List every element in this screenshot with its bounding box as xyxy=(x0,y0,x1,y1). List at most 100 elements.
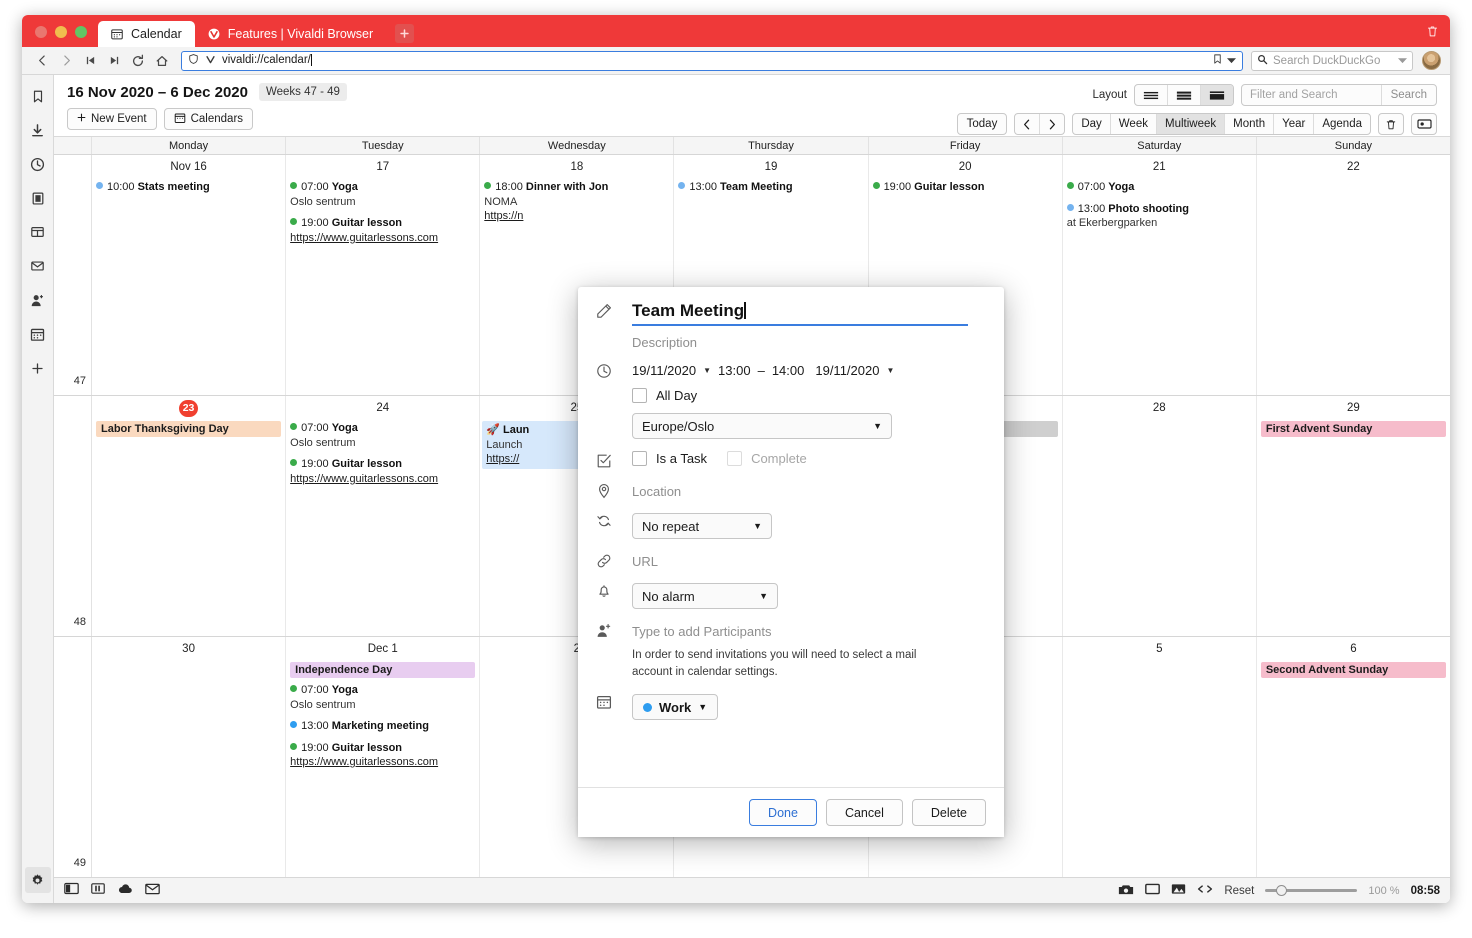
today-button[interactable]: Today xyxy=(957,113,1008,135)
download-icon[interactable] xyxy=(25,117,51,143)
calendar-event[interactable]: 10:00 Stats meeting xyxy=(96,180,281,195)
window-icon[interactable] xyxy=(1145,883,1160,898)
end-time-value[interactable]: 14:00 xyxy=(772,363,805,378)
cloud-icon[interactable] xyxy=(117,882,133,900)
done-button[interactable]: Done xyxy=(749,799,817,826)
zoom-reset-button[interactable]: Reset xyxy=(1224,885,1254,897)
window-icon[interactable] xyxy=(25,219,51,245)
event-link[interactable]: https://n xyxy=(484,209,669,224)
image-icon[interactable] xyxy=(1171,883,1186,898)
all-day-checkbox[interactable] xyxy=(632,388,647,403)
chevron-down-icon[interactable] xyxy=(1227,55,1236,67)
trash-icon[interactable] xyxy=(1378,113,1404,135)
tab-features[interactable]: Features | Vivaldi Browser xyxy=(195,21,386,47)
minimize-window-button[interactable] xyxy=(55,26,67,38)
calendar-event[interactable]: 07:00 YogaOslo sentrum xyxy=(290,421,475,450)
location-input[interactable]: Location xyxy=(632,481,986,499)
layout-medium-icon[interactable] xyxy=(1168,85,1201,105)
zoom-slider[interactable] xyxy=(1265,889,1357,892)
end-date-value[interactable]: 19/11/2020 xyxy=(815,363,879,378)
repeat-select[interactable]: No repeat ▼ xyxy=(632,513,772,539)
event-title-input[interactable]: Team Meeting xyxy=(632,301,968,326)
calendar-day-cell[interactable]: 22 xyxy=(1257,155,1450,395)
search-button[interactable]: Search xyxy=(1381,85,1436,105)
all-day-event[interactable]: Second Advent Sunday xyxy=(1261,662,1446,678)
gear-icon[interactable] xyxy=(25,867,51,893)
view-mode-day[interactable]: Day xyxy=(1073,114,1110,134)
view-mode-month[interactable]: Month xyxy=(1225,114,1274,134)
close-window-button[interactable] xyxy=(35,26,47,38)
layout-compact-icon[interactable] xyxy=(1135,85,1168,105)
calendar-day-cell[interactable]: 30 xyxy=(92,637,286,877)
is-task-checkbox[interactable] xyxy=(632,451,647,466)
event-link[interactable]: https://www.guitarlessons.com xyxy=(290,472,475,487)
avatar[interactable] xyxy=(1422,51,1441,70)
plus-icon[interactable] xyxy=(25,355,51,381)
all-day-event[interactable]: Labor Thanksgiving Day xyxy=(96,421,281,437)
tab-calendar[interactable]: Calendar xyxy=(98,21,195,47)
reload-icon[interactable] xyxy=(127,50,149,72)
filter-input[interactable]: Filter and Search xyxy=(1242,89,1381,101)
start-time-value[interactable]: 13:00 xyxy=(718,363,751,378)
cancel-button[interactable]: Cancel xyxy=(826,799,903,826)
new-tab-button[interactable] xyxy=(395,24,414,43)
calendars-button[interactable]: Calendars xyxy=(164,108,253,130)
rewind-icon[interactable] xyxy=(79,50,101,72)
envelope-icon[interactable] xyxy=(25,253,51,279)
calendar-event[interactable]: 18:00 Dinner with JonNOMAhttps://n xyxy=(484,180,669,224)
envelope-icon[interactable] xyxy=(145,882,160,900)
bookmark-icon[interactable] xyxy=(25,83,51,109)
chevron-right-icon[interactable] xyxy=(1040,114,1064,134)
calendar-event[interactable]: 07:00 YogaOslo sentrum xyxy=(290,180,475,209)
calendar-event[interactable]: 19:00 Guitar lessonhttps://www.guitarles… xyxy=(290,457,475,486)
calendar-day-cell[interactable]: 6Second Advent Sunday xyxy=(1257,637,1450,877)
view-mode-week[interactable]: Week xyxy=(1111,114,1157,134)
trash-icon[interactable] xyxy=(1426,24,1439,41)
calendar-event[interactable]: 19:00 Guitar lesson xyxy=(873,180,1058,195)
all-day-row[interactable]: All Day xyxy=(632,388,986,403)
all-day-event[interactable]: Independence Day xyxy=(290,662,475,678)
timezone-select[interactable]: Europe/Oslo ▼ xyxy=(632,413,892,439)
fast-forward-icon[interactable] xyxy=(103,50,125,72)
home-icon[interactable] xyxy=(151,50,173,72)
back-arrow-icon[interactable] xyxy=(31,50,53,72)
calendar-event[interactable]: 13:00 Team Meeting xyxy=(678,180,863,195)
code-icon[interactable] xyxy=(1197,883,1213,898)
calendar-event[interactable]: 13:00 Marketing meeting xyxy=(290,719,475,734)
filter-search-box[interactable]: Filter and Search Search xyxy=(1241,84,1437,106)
all-day-event[interactable]: First Advent Sunday xyxy=(1261,421,1446,437)
end-date-chevron-down-icon[interactable]: ▼ xyxy=(886,366,894,375)
view-mode-agenda[interactable]: Agenda xyxy=(1314,114,1370,134)
view-mode-year[interactable]: Year xyxy=(1274,114,1314,134)
event-link[interactable]: https://www.guitarlessons.com xyxy=(290,231,475,246)
calendar-event[interactable]: 13:00 Photo shootingat Ekerbergparken xyxy=(1067,202,1252,231)
calendar-event[interactable]: 19:00 Guitar lessonhttps://www.guitarles… xyxy=(290,741,475,770)
tiling-icon[interactable] xyxy=(91,882,105,900)
calendar-day-cell[interactable]: 28 xyxy=(1063,396,1257,636)
calendar-event[interactable]: 07:00 Yoga xyxy=(1067,180,1252,195)
start-date-chevron-down-icon[interactable]: ▼ xyxy=(703,366,711,375)
calendar-event[interactable]: 19:00 Guitar lessonhttps://www.guitarles… xyxy=(290,216,475,245)
participants-input[interactable]: Type to add Participants xyxy=(632,621,986,639)
calendar-day-cell[interactable]: 23Labor Thanksgiving Day xyxy=(92,396,286,636)
camera-icon[interactable] xyxy=(1118,883,1134,899)
contacts-icon[interactable] xyxy=(25,287,51,313)
start-date-value[interactable]: 19/11/2020 xyxy=(632,363,696,378)
zoom-slider-knob[interactable] xyxy=(1276,885,1287,896)
search-input[interactable]: Search DuckDuckGo xyxy=(1251,51,1413,71)
delete-button[interactable]: Delete xyxy=(912,799,986,826)
description-input[interactable]: Description xyxy=(632,326,986,361)
event-link[interactable]: https://www.guitarlessons.com xyxy=(290,755,475,770)
chevron-left-icon[interactable] xyxy=(1015,114,1040,134)
url-input[interactable]: URL xyxy=(632,551,986,569)
complete-checkbox[interactable] xyxy=(727,451,742,466)
notes-icon[interactable] xyxy=(25,185,51,211)
toggle-panel-icon[interactable] xyxy=(1411,113,1437,135)
calendar-select[interactable]: Work ▼ xyxy=(632,694,718,720)
calendar-day-cell[interactable]: Nov 1610:00 Stats meeting xyxy=(92,155,286,395)
layout-large-icon[interactable] xyxy=(1201,85,1233,105)
bookmark-icon[interactable] xyxy=(1212,53,1223,68)
view-mode-multiweek[interactable]: Multiweek xyxy=(1157,114,1225,134)
chevron-down-icon[interactable] xyxy=(1398,55,1407,67)
maximize-window-button[interactable] xyxy=(75,26,87,38)
